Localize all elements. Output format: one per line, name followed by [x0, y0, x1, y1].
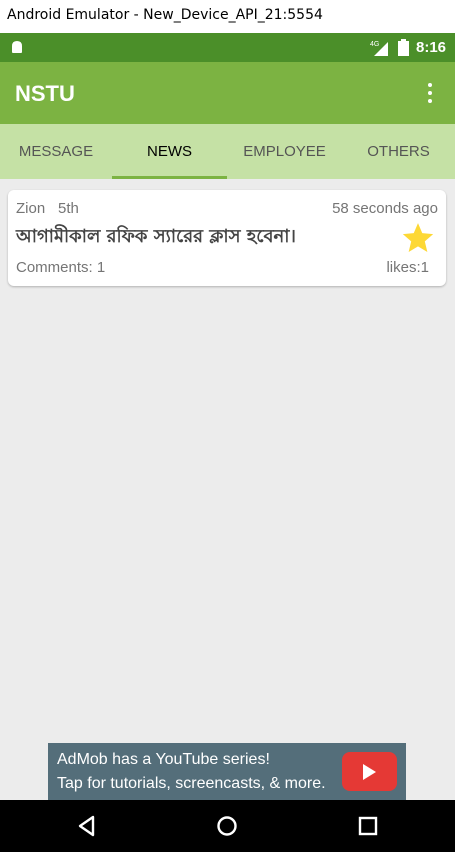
star-icon[interactable]: [401, 221, 435, 255]
recents-icon[interactable]: [356, 814, 380, 838]
tab-message[interactable]: MESSAGE: [0, 124, 112, 179]
navigation-bar: [0, 800, 455, 852]
emulator-title-bar: Android Emulator - New_Device_API_21:555…: [0, 0, 455, 33]
network-type-label: 4G: [370, 41, 379, 48]
likes-count: likes:1: [386, 259, 429, 276]
youtube-play-icon[interactable]: [342, 752, 397, 791]
news-card[interactable]: Zion 5th 58 seconds ago আগামীকাল রফিক স্…: [8, 190, 446, 286]
status-time: 8:16: [416, 39, 447, 56]
status-bar: 4G 8:16: [0, 33, 455, 62]
app-title: NSTU: [15, 81, 75, 106]
ad-headline: AdMob has a YouTube series!: [57, 751, 270, 768]
tab-employee[interactable]: EMPLOYEE: [227, 124, 342, 179]
emulator-window-title: Android Emulator - New_Device_API_21:555…: [7, 7, 323, 23]
tab-bar: MESSAGE NEWS EMPLOYEE OTHERS: [0, 124, 455, 179]
active-tab-indicator: [112, 176, 227, 179]
tab-others[interactable]: OTHERS: [342, 124, 455, 179]
post-author: Zion: [16, 200, 46, 217]
post-batch: 5th: [58, 200, 79, 217]
battery-icon: [398, 39, 409, 56]
tab-news[interactable]: NEWS: [112, 124, 227, 179]
comments-count[interactable]: Comments: 1: [16, 259, 105, 276]
app-toolbar: NSTU: [0, 62, 455, 124]
post-text: আগামীকাল রফিক স্যারের ক্লাস হবেনা।: [16, 226, 296, 247]
admob-banner[interactable]: AdMob has a YouTube series! Tap for tuto…: [48, 743, 406, 800]
signal-4g-icon: 4G: [370, 41, 388, 56]
back-icon[interactable]: [75, 814, 99, 838]
android-notification-icon: [12, 41, 22, 53]
home-icon[interactable]: [215, 814, 239, 838]
more-vert-icon[interactable]: [420, 80, 440, 106]
post-time: 58 seconds ago: [332, 200, 438, 217]
ad-subline: Tap for tutorials, screencasts, & more.: [57, 775, 326, 792]
